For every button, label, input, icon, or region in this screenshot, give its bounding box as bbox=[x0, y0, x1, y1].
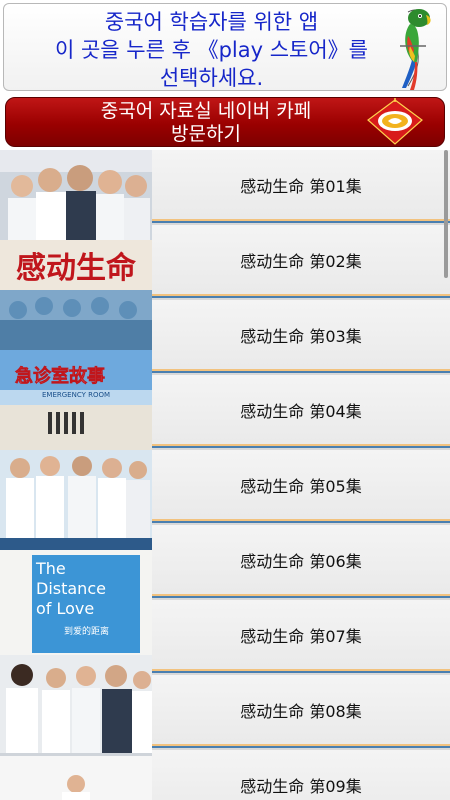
episode-title: 感动生命 第01集 bbox=[240, 176, 362, 196]
poster-title-cn-3: 到爱的距离 bbox=[64, 625, 109, 637]
episode-row-08[interactable]: 感动生命 第08集 bbox=[152, 675, 450, 750]
banner-text: 중국어 학습자를 위한 앱 이 곳을 누른 후 《play 스토어》를 선택하세… bbox=[14, 8, 409, 90]
episode-title: 感动生命 第08集 bbox=[240, 701, 362, 721]
cafe-line-2: 방문하기 bbox=[171, 123, 241, 145]
poster-subtitle-er: EMERGENCY ROOM bbox=[42, 391, 110, 399]
episode-title: 感动生命 第09集 bbox=[240, 776, 362, 796]
episode-row-09[interactable]: 感动生命 第09集 bbox=[152, 750, 450, 800]
play-store-banner[interactable]: 중국어 학습자를 위한 앱 이 곳을 누른 후 《play 스토어》를 선택하세… bbox=[3, 3, 447, 91]
banner-line-2: 이 곳을 누른 후 《play 스토어》를 bbox=[54, 38, 369, 62]
episode-row-07[interactable]: 感动生命 第07集 bbox=[152, 600, 450, 675]
banner-line-1: 중국어 학습자를 위한 앱 bbox=[104, 10, 319, 34]
poster-title-er: 急诊室故事 bbox=[15, 365, 105, 387]
episode-row-01[interactable]: 感动生命 第01集 bbox=[152, 150, 450, 225]
poster-title-en-2: Distance bbox=[36, 579, 106, 598]
episode-title: 感动生命 第07集 bbox=[240, 626, 362, 646]
episode-row-04[interactable]: 感动生命 第04集 bbox=[152, 375, 450, 450]
poster-title-en-3: of Love bbox=[36, 599, 94, 618]
episode-row-05[interactable]: 感动生命 第05集 bbox=[152, 450, 450, 525]
episode-list[interactable]: 感动生命 急诊室故事 EMERGENCY ROOM The Distance o… bbox=[0, 150, 450, 800]
episode-row-03[interactable]: 感动生命 第03集 bbox=[152, 300, 450, 375]
episode-row-06[interactable]: 感动生命 第06集 bbox=[152, 525, 450, 600]
cafe-line-1: 중국어 자료실 네이버 카페 bbox=[100, 100, 312, 122]
parrot-icon bbox=[400, 9, 431, 90]
poster-title-cn: 感动生命 bbox=[16, 251, 137, 286]
episode-title: 感动生命 第02集 bbox=[240, 251, 362, 271]
poster-title-en-1: The bbox=[35, 559, 66, 578]
lucky-charm-icon bbox=[367, 98, 423, 145]
episode-row-02[interactable]: 感动生命 第02集 bbox=[152, 225, 450, 300]
banner-line-3: 선택하세요. bbox=[159, 66, 264, 90]
episode-title: 感动生命 第03集 bbox=[240, 326, 362, 346]
naver-cafe-button[interactable]: 중국어 자료실 네이버 카페 방문하기 bbox=[5, 97, 445, 147]
episode-title: 感动生命 第04集 bbox=[240, 401, 362, 421]
episode-title: 感动生命 第05集 bbox=[240, 476, 362, 496]
scrollbar[interactable] bbox=[444, 150, 448, 278]
cafe-text: 중국어 자료실 네이버 카페 방문하기 bbox=[66, 100, 346, 146]
episode-title: 感动生命 第06集 bbox=[240, 551, 362, 571]
drama-poster-image: 感动生命 急诊室故事 EMERGENCY ROOM The Distance o… bbox=[0, 150, 152, 800]
